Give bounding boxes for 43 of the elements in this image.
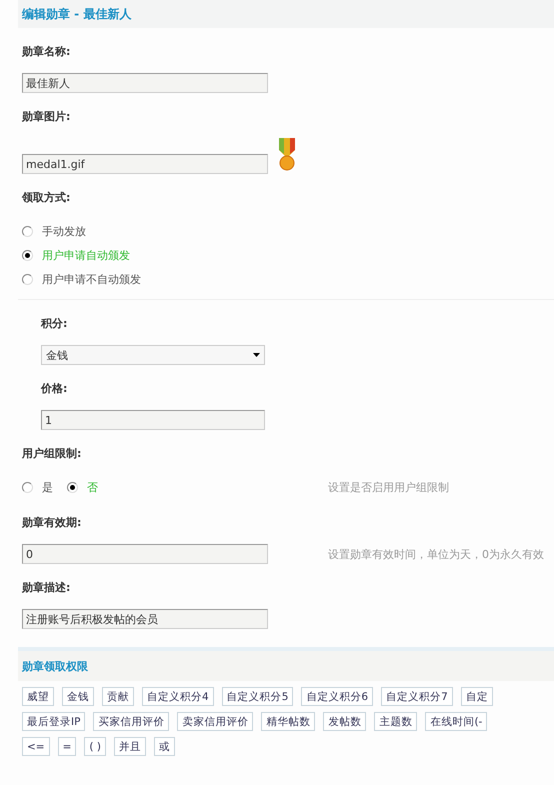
formula-button[interactable]: 自定义积分4 bbox=[142, 687, 214, 706]
formula-button[interactable]: ( ) bbox=[84, 737, 106, 756]
field-label: 积分: bbox=[41, 316, 68, 332]
field-label: 领取方式: bbox=[22, 190, 72, 206]
field-label: 用户组限制: bbox=[22, 446, 82, 462]
input-field[interactable]: medal1.gif bbox=[22, 154, 268, 174]
formula-button[interactable]: 发帖数 bbox=[323, 712, 366, 731]
formula-button[interactable]: 精华帖数 bbox=[261, 712, 316, 731]
hint-text: 设置勋章有效时间，单位为天，0为永久有效 bbox=[328, 546, 544, 562]
formula-button[interactable]: 并且 bbox=[114, 737, 146, 756]
formula-button[interactable]: 卖家信用评价 bbox=[177, 712, 254, 731]
section-title: 勋章领取权限 bbox=[22, 658, 88, 674]
input-field[interactable]: 1 bbox=[41, 410, 265, 430]
radio-option[interactable]: 是 bbox=[22, 475, 53, 499]
field-label: 勋章名称: bbox=[22, 44, 72, 60]
input-field[interactable]: 最佳新人 bbox=[22, 73, 268, 93]
formula-button[interactable]: 最后登录IP bbox=[22, 712, 86, 731]
radio-option[interactable]: 用户申请不自动颁发 bbox=[22, 267, 554, 291]
formula-button[interactable]: 威望 bbox=[22, 687, 54, 706]
formula-button[interactable]: 贡献 bbox=[102, 687, 134, 706]
field-label: 勋章图片: bbox=[22, 109, 72, 125]
formula-button[interactable]: 自定 bbox=[460, 687, 493, 706]
formula-button[interactable]: 或 bbox=[154, 737, 175, 756]
formula-button[interactable]: 自定义积分6 bbox=[301, 687, 374, 706]
formula-button[interactable]: 买家信用评价 bbox=[93, 712, 170, 731]
field-label: 勋章描述: bbox=[22, 580, 72, 596]
formula-button[interactable]: 在线时间(- bbox=[425, 712, 488, 731]
input-field[interactable]: 注册账号后积极发帖的会员 bbox=[22, 609, 268, 629]
formula-button[interactable]: 主题数 bbox=[374, 712, 418, 731]
field-label: 价格: bbox=[41, 381, 68, 397]
field-label: 勋章有效期: bbox=[22, 515, 82, 531]
caret-icon bbox=[253, 353, 260, 357]
formula-button[interactable]: 自定义积分7 bbox=[381, 687, 453, 706]
page-title: 编辑勋章 - 最佳新人 bbox=[22, 6, 132, 22]
input-field[interactable]: 0 bbox=[22, 544, 268, 564]
formula-button[interactable]: 金钱 bbox=[62, 687, 94, 706]
credit-select[interactable]: 金钱 bbox=[41, 345, 265, 365]
formula-button[interactable]: = bbox=[58, 737, 76, 756]
medal-icon bbox=[277, 138, 297, 172]
hint-text: 设置是否启用用户组限制 bbox=[328, 480, 449, 494]
formula-button[interactable]: <= bbox=[22, 737, 50, 756]
formula-button[interactable]: 自定义积分5 bbox=[222, 687, 294, 706]
radio-option[interactable]: 手动发放 bbox=[22, 219, 554, 243]
